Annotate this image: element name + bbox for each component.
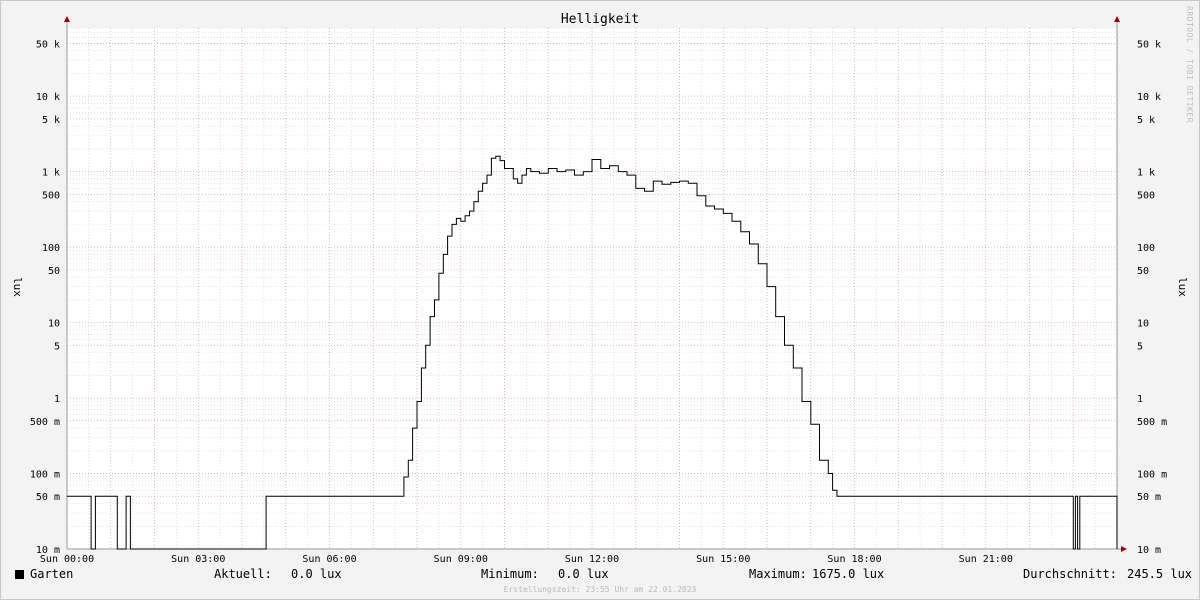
x-tick-label: Sun 03:00 <box>171 554 225 565</box>
x-tick-label: Sun 21:00 <box>959 554 1013 565</box>
y-axis-label-right: lux <box>1176 277 1189 297</box>
y-tick-label-right: 50 <box>1137 266 1149 277</box>
y-tick-label-left: 100 <box>42 243 60 254</box>
x-tick-label: Sun 12:00 <box>565 554 619 565</box>
creation-timestamp: Erstellungszeit: 23:55 Uhr am 22.01.2023 <box>503 585 697 594</box>
y-tick-label-left: 100 m <box>30 470 60 481</box>
y-axis-arrow-left <box>64 16 70 22</box>
y-tick-label-right: 1 k <box>1137 168 1155 179</box>
y-tick-label-left: 5 k <box>42 115 60 126</box>
y-tick-label-right: 10 m <box>1137 545 1161 556</box>
legend-minimum-label: Minimum: <box>481 567 539 581</box>
legend-average-value: 245.5 lux <box>1127 567 1193 581</box>
watermark: RRDTOOL / TOBI OETIKER <box>1185 6 1194 123</box>
chart-title: Helligkeit <box>561 12 639 27</box>
legend-maximum-label: Maximum: <box>749 567 807 581</box>
legend-average-label: Durchschnitt: <box>1023 567 1117 581</box>
legend-current-label: Aktuell: <box>214 567 272 581</box>
y-tick-label-right: 500 <box>1137 190 1155 201</box>
x-tick-label: Sun 15:00 <box>696 554 750 565</box>
y-tick-label-left: 50 <box>48 266 60 277</box>
x-tick-label: Sun 09:00 <box>434 554 488 565</box>
y-tick-label-left: 500 m <box>30 417 60 428</box>
y-axis-arrow-right <box>1114 16 1120 22</box>
y-tick-label-left: 10 <box>48 319 60 330</box>
y-tick-label-left: 1 <box>54 394 60 405</box>
legend-swatch <box>15 570 24 579</box>
y-tick-label-left: 500 <box>42 190 60 201</box>
y-tick-label-right: 5 k <box>1137 115 1155 126</box>
y-tick-label-right: 100 <box>1137 243 1155 254</box>
y-tick-label-right: 10 <box>1137 319 1149 330</box>
y-tick-label-left: 50 k <box>36 39 60 50</box>
brightness-chart: 10 m 10 m50 m 50 m100 m 100 m500 m 500 m1 15 5… <box>11 12 1189 565</box>
legend-maximum-value: 1675.0 lux <box>812 567 885 581</box>
y-tick-label-left: 10 k <box>36 92 60 103</box>
y-tick-label-right: 1 <box>1137 394 1143 405</box>
legend-current-value: 0.0 lux <box>291 567 342 581</box>
y-tick-label-right: 50 m <box>1137 492 1161 503</box>
y-tick-label-right: 5 <box>1137 341 1143 352</box>
x-tick-label: Sun 00:00 <box>40 554 94 565</box>
y-tick-label-right: 500 m <box>1137 417 1167 428</box>
x-tick-label: Sun 06:00 <box>302 554 356 565</box>
y-axis-label-left: lux <box>11 277 24 297</box>
legend-minimum-value: 0.0 lux <box>558 567 609 581</box>
y-tick-label-left: 1 k <box>42 168 60 179</box>
y-tick-label-right: 50 k <box>1137 39 1161 50</box>
y-tick-label-left: 5 <box>54 341 60 352</box>
y-tick-label-right: 100 m <box>1137 470 1167 481</box>
y-tick-label-right: 10 k <box>1137 92 1161 103</box>
y-tick-label-left: 50 m <box>36 492 60 503</box>
legend-series-label: Garten <box>30 567 74 581</box>
x-axis-arrow <box>1121 546 1127 552</box>
x-tick-label: Sun 18:00 <box>827 554 881 565</box>
